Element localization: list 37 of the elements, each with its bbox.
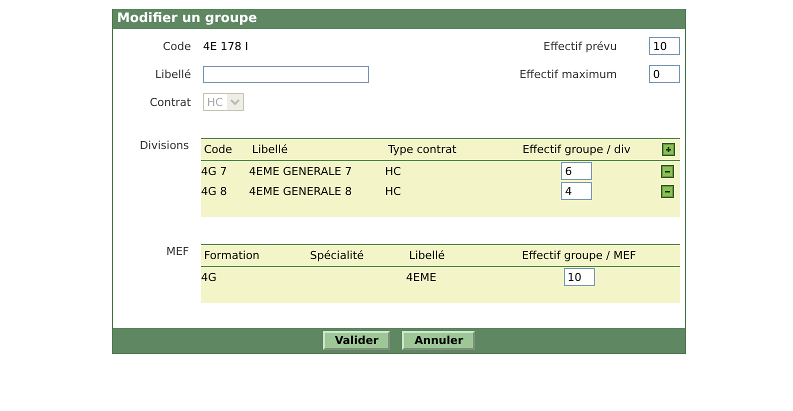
validate-button[interactable]: Valider <box>322 331 390 350</box>
input-field[interactable]: 4 <box>561 182 592 200</box>
caret-icon <box>226 94 243 110</box>
input-field[interactable]: 10 <box>649 37 680 55</box>
column-header: Code <box>203 143 234 156</box>
table-cell-text: 4EME <box>406 270 438 284</box>
table-cell-text: 4EME GENERALE 8 <box>249 184 353 198</box>
table-cell-text: HC <box>385 184 402 198</box>
section-label: MEF <box>165 244 189 258</box>
column-header: Libellé <box>251 143 289 156</box>
input-field[interactable]: 10 <box>564 268 594 286</box>
input-field[interactable] <box>203 66 369 82</box>
field-value: 4E 178 I <box>203 40 248 52</box>
column-header: Type contrat <box>387 143 458 156</box>
field-label: Effectif prévu <box>543 40 617 52</box>
field-label: Effectif maximum <box>519 68 617 80</box>
input-field[interactable]: 0 <box>649 65 680 83</box>
table-cell-text: 4G <box>201 270 218 284</box>
table-cell-text: 4G 8 <box>201 184 228 198</box>
field-label: Libellé <box>154 68 191 80</box>
table-cell-text: 4EME GENERALE 7 <box>249 164 353 178</box>
field-label: Contrat <box>148 96 191 108</box>
table-cell-text: 4G 7 <box>201 164 228 178</box>
input-field[interactable]: 6 <box>561 162 592 180</box>
add-icon[interactable] <box>662 143 675 156</box>
column-header: Effectif groupe / div <box>521 143 632 156</box>
column-header: Formation <box>203 249 261 262</box>
remove-icon[interactable] <box>660 164 674 178</box>
dialog-title: Modifier un groupe <box>113 9 685 29</box>
column-header: Libellé <box>408 249 446 262</box>
column-header: Spécialité <box>309 249 365 262</box>
cancel-button[interactable]: Annuler <box>402 331 476 350</box>
section-label: Divisions <box>138 138 189 152</box>
field-label: Code <box>162 40 191 52</box>
remove-icon[interactable] <box>660 184 674 198</box>
table-cell-text: HC <box>385 164 402 178</box>
column-header: Effectif groupe / MEF <box>520 249 638 262</box>
